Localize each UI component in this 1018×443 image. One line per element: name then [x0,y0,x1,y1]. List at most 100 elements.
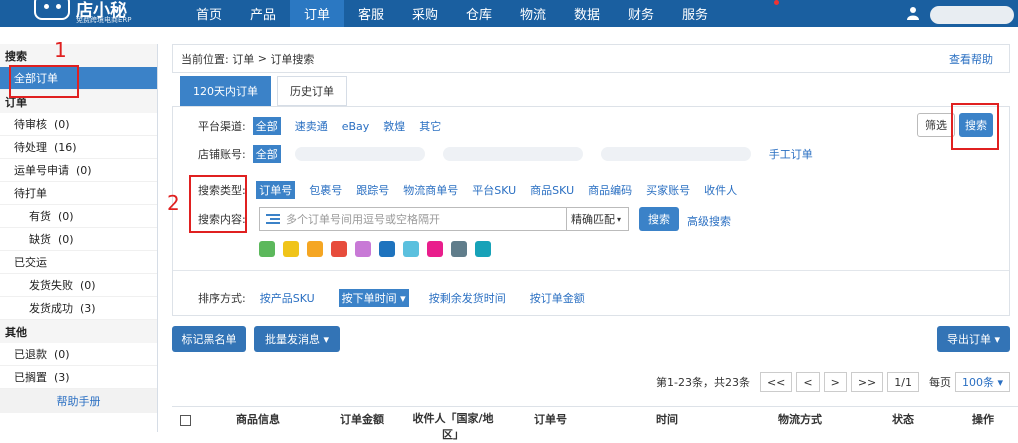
search-type-row: 搜索类型: 订单号 包裹号 跟踪号 物流商单号 平台SKU 商品SKU 商品编码… [198,181,751,199]
sidebar-item-waybill[interactable]: 运单号申请 (0) [0,159,157,182]
divider [173,270,1009,271]
user-icon[interactable] [906,6,920,20]
sidebar-item-on-hold[interactable]: 已搁置 (3) [0,366,157,389]
store-account-blurred[interactable] [600,147,751,161]
first-page-button[interactable]: << [759,372,793,392]
color-tag-purple[interactable] [355,241,371,257]
search-type-carrier-no[interactable]: 物流商单号 [403,182,458,198]
last-page-button[interactable]: >> [850,372,884,392]
breadcrumb-orders[interactable]: 订单 [232,51,254,67]
nav-home[interactable]: 首页 [182,0,236,27]
batch-message-button[interactable]: 批量发消息 ▾ [254,326,340,352]
nav-orders[interactable]: 订单 [290,0,344,27]
robot-logo-icon [34,0,70,20]
search-type-product-code[interactable]: 商品编码 [588,182,632,198]
sort-by-sku[interactable]: 按产品SKU [260,290,315,306]
platform-other[interactable]: 其它 [419,118,441,134]
next-page-button[interactable]: > [823,372,847,392]
caret-down-icon: ▾ [323,332,330,346]
color-tag-yellow[interactable] [283,241,299,257]
sidebar-section-other: 其他 [0,320,157,343]
nav-logistics[interactable]: 物流 [506,0,560,27]
nav-warehouse[interactable]: 仓库 [452,0,506,27]
search-content-button[interactable]: 搜索 [639,207,679,231]
brand-subtitle: 免费跨境电商ERP [76,16,132,24]
nav-service[interactable]: 客服 [344,0,398,27]
nav-purchase[interactable]: 采购 [398,0,452,27]
annotation-box-1 [9,65,79,98]
platform-aliexpress[interactable]: 速卖通 [295,118,328,134]
annotation-box-3 [951,103,999,150]
color-tag-green[interactable] [259,241,275,257]
help-manual-link[interactable]: 帮助手册 [0,389,157,413]
platform-dhgate[interactable]: 敦煌 [383,118,405,134]
top-navbar: 店小秘 免费跨境电商ERP 首页 产品 订单 客服 采购 仓库 物流 数据 财务… [0,0,1018,27]
tab-history[interactable]: 历史订单 [277,76,347,106]
per-page-select[interactable]: 100条 ▾ [954,372,1011,392]
color-tag-red[interactable] [331,241,347,257]
manual-order-link[interactable]: 手工订单 [769,146,813,162]
platform-all[interactable]: 全部 [252,117,281,135]
nav-services[interactable]: 服务 [668,0,722,27]
username-blurred[interactable] [930,6,1014,24]
store-all[interactable]: 全部 [252,145,281,163]
main-nav: 首页 产品 订单 客服 采购 仓库 物流 数据 财务 服务 [182,0,722,27]
platform-ebay[interactable]: eBay [342,120,370,133]
store-account-blurred[interactable] [294,147,425,161]
sidebar-item-to-process[interactable]: 待处理 (16) [0,136,157,159]
nav-data[interactable]: 数据 [560,0,614,27]
sidebar: 搜索 全部订单 订单 待审核 (0) 待处理 (16) 运单号申请 (0) 待打… [0,44,158,432]
advanced-search-link[interactable]: 高级搜索 [687,213,731,229]
sort-desc-icon: ▾ [400,292,406,305]
search-type-order-no[interactable]: 订单号 [256,181,296,199]
sidebar-item-pending-review[interactable]: 待审核 (0) [0,113,157,136]
color-tag-blue[interactable] [379,241,395,257]
nav-finance[interactable]: 财务 [614,0,668,27]
sort-by-remaining-time[interactable]: 按剩余发货时间 [429,290,506,306]
search-type-recipient[interactable]: 收件人 [704,182,737,198]
filter-button[interactable]: 筛选 [917,113,955,137]
mark-blacklist-button[interactable]: 标记黑名单 [172,326,246,352]
search-input[interactable]: 多个订单号间用逗号或空格隔开 精确匹配 ▾ [259,207,629,231]
nav-products[interactable]: 产品 [236,0,290,27]
search-type-product-sku[interactable]: 商品SKU [530,182,574,198]
sidebar-item-ship-success[interactable]: 发货成功 (3) [0,297,157,320]
color-tag-lightblue[interactable] [403,241,419,257]
pagination-summary: 第1-23条，共23条 [656,376,750,389]
sidebar-item-out-of-stock[interactable]: 缺货 (0) [0,228,157,251]
sort-by-order-time[interactable]: 按下单时间 ▾ [338,289,409,307]
pagination: 第1-23条，共23条 << < > >> 1/1 每页 100条 ▾ [656,372,1014,392]
color-tag-teal[interactable] [475,241,491,257]
sort-by-amount[interactable]: 按订单金额 [530,290,585,306]
sidebar-item-ship-failed[interactable]: 发货失败 (0) [0,274,157,297]
caret-down-icon: ▾ [994,332,1001,346]
sidebar-item-refunded[interactable]: 已退款 (0) [0,343,157,366]
chevron-down-icon: ▾ [997,375,1004,389]
color-tag-gray[interactable] [451,241,467,257]
annotation-number-2: 2 [167,191,180,215]
breadcrumb-order-search: 订单搜索 [270,52,315,66]
search-type-tracking-no[interactable]: 跟踪号 [356,182,389,198]
view-help-link[interactable]: 查看帮助 [949,51,993,67]
store-account-blurred[interactable] [442,147,583,161]
search-panel: 平台渠道: 全部 速卖通 eBay 敦煌 其它 筛选 搜索 店铺账号: 全部 手… [172,106,1010,316]
store-row: 店铺账号: 全部 手工订单 [198,145,827,163]
tab-120-days[interactable]: 120天内订单 [180,76,271,106]
order-tabs: 120天内订单 历史订单 [180,76,353,106]
sidebar-item-shipped[interactable]: 已交运 [0,251,157,274]
search-type-platform-sku[interactable]: 平台SKU [472,182,516,198]
sidebar-item-to-print[interactable]: 待打单 [0,182,157,205]
search-type-package-no[interactable]: 包裹号 [309,182,342,198]
sidebar-item-in-stock[interactable]: 有货 (0) [0,205,157,228]
select-all-checkbox[interactable] [180,415,191,426]
chevron-down-icon: ▾ [617,214,622,224]
color-tag-orange[interactable] [307,241,323,257]
color-tag-pink[interactable] [427,241,443,257]
match-mode-select[interactable]: 精确匹配 ▾ [566,208,628,230]
prev-page-button[interactable]: < [796,372,820,392]
export-orders-button[interactable]: 导出订单 ▾ [937,326,1010,352]
annotation-box-2 [189,175,247,233]
color-tags [259,241,499,257]
search-type-buyer[interactable]: 买家账号 [646,182,690,198]
main-content: 当前位置: 订单 > 订单搜索 查看帮助 120天内订单 历史订单 平台渠道: … [172,44,1018,441]
